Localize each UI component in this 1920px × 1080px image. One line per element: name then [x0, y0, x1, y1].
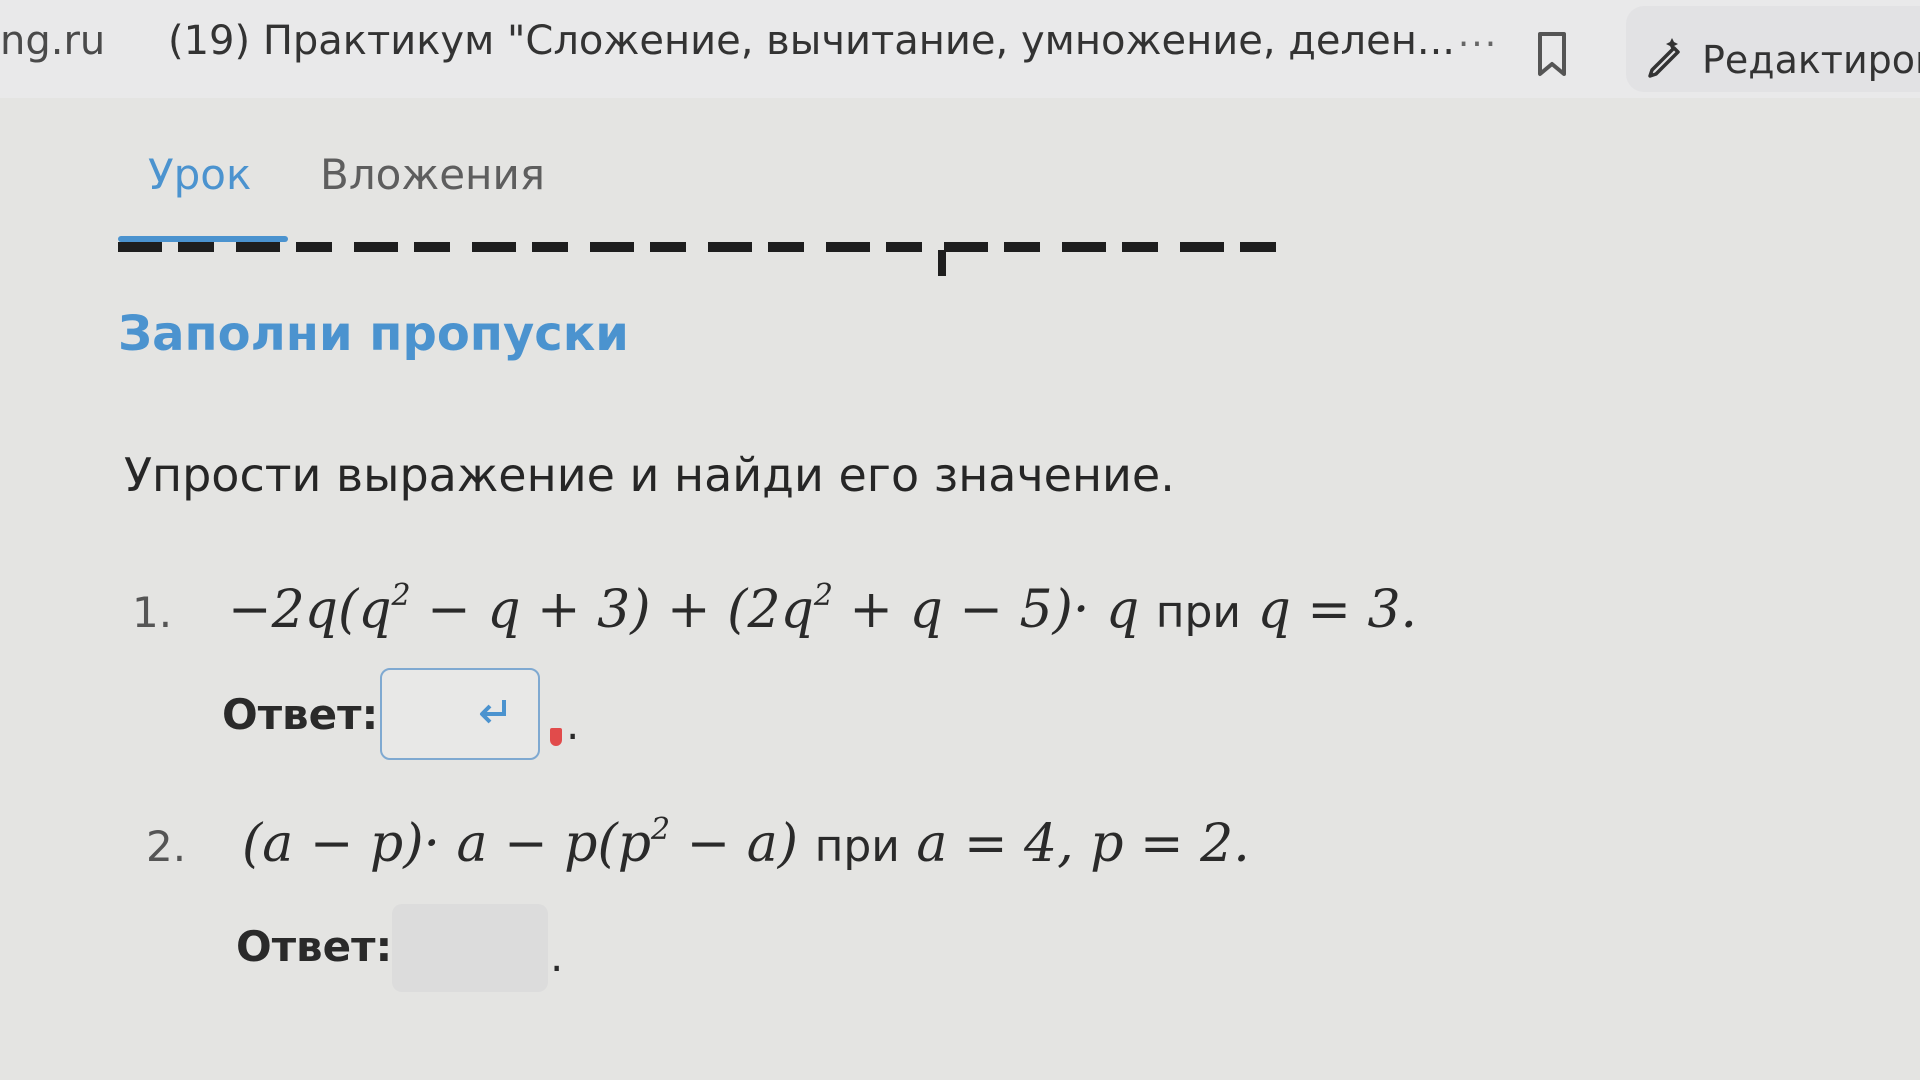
task-expression: −2q(q2 − q + 3) + (2q2 + q − 5)· q при q…: [228, 578, 1418, 640]
browser-top-bar: ng.ru (19) Практикум "Сложение, вычитани…: [0, 0, 1920, 98]
tab-attachments[interactable]: Вложения: [320, 150, 545, 199]
answer-suffix: .: [566, 700, 580, 749]
section-title: Заполни пропуски: [118, 306, 629, 362]
more-icon[interactable]: ···: [1448, 27, 1508, 70]
task-number: 2.: [146, 822, 187, 871]
answer-input-2[interactable]: [392, 904, 548, 992]
task-number: 1.: [132, 588, 173, 637]
enter-icon[interactable]: [476, 694, 512, 730]
answer-label: Ответ:: [236, 922, 393, 971]
task-instruction: Упрости выражение и найди его значение.: [124, 448, 1175, 502]
task-expression: (a − p)· a − p(p2 − a) при a = 4, p = 2.: [242, 812, 1250, 874]
document-title: (19) Практикум "Сложение, вычитание, умн…: [168, 18, 1456, 64]
tab-lesson[interactable]: Урок: [148, 150, 251, 199]
bookmark-icon[interactable]: [1530, 28, 1574, 80]
error-marker: [550, 728, 562, 746]
answer-input-1[interactable]: [380, 668, 540, 760]
answer-suffix: .: [550, 932, 564, 981]
edit-label: Редактиров: [1702, 38, 1920, 82]
site-domain[interactable]: ng.ru: [0, 18, 105, 64]
edit-pen-icon: [1644, 34, 1688, 78]
scrolled-heading-remnant: [118, 242, 1298, 252]
edit-button[interactable]: Редактиров: [1626, 6, 1920, 92]
answer-label: Ответ:: [222, 690, 379, 739]
scrolled-heading-remnant-stem: [938, 250, 946, 276]
